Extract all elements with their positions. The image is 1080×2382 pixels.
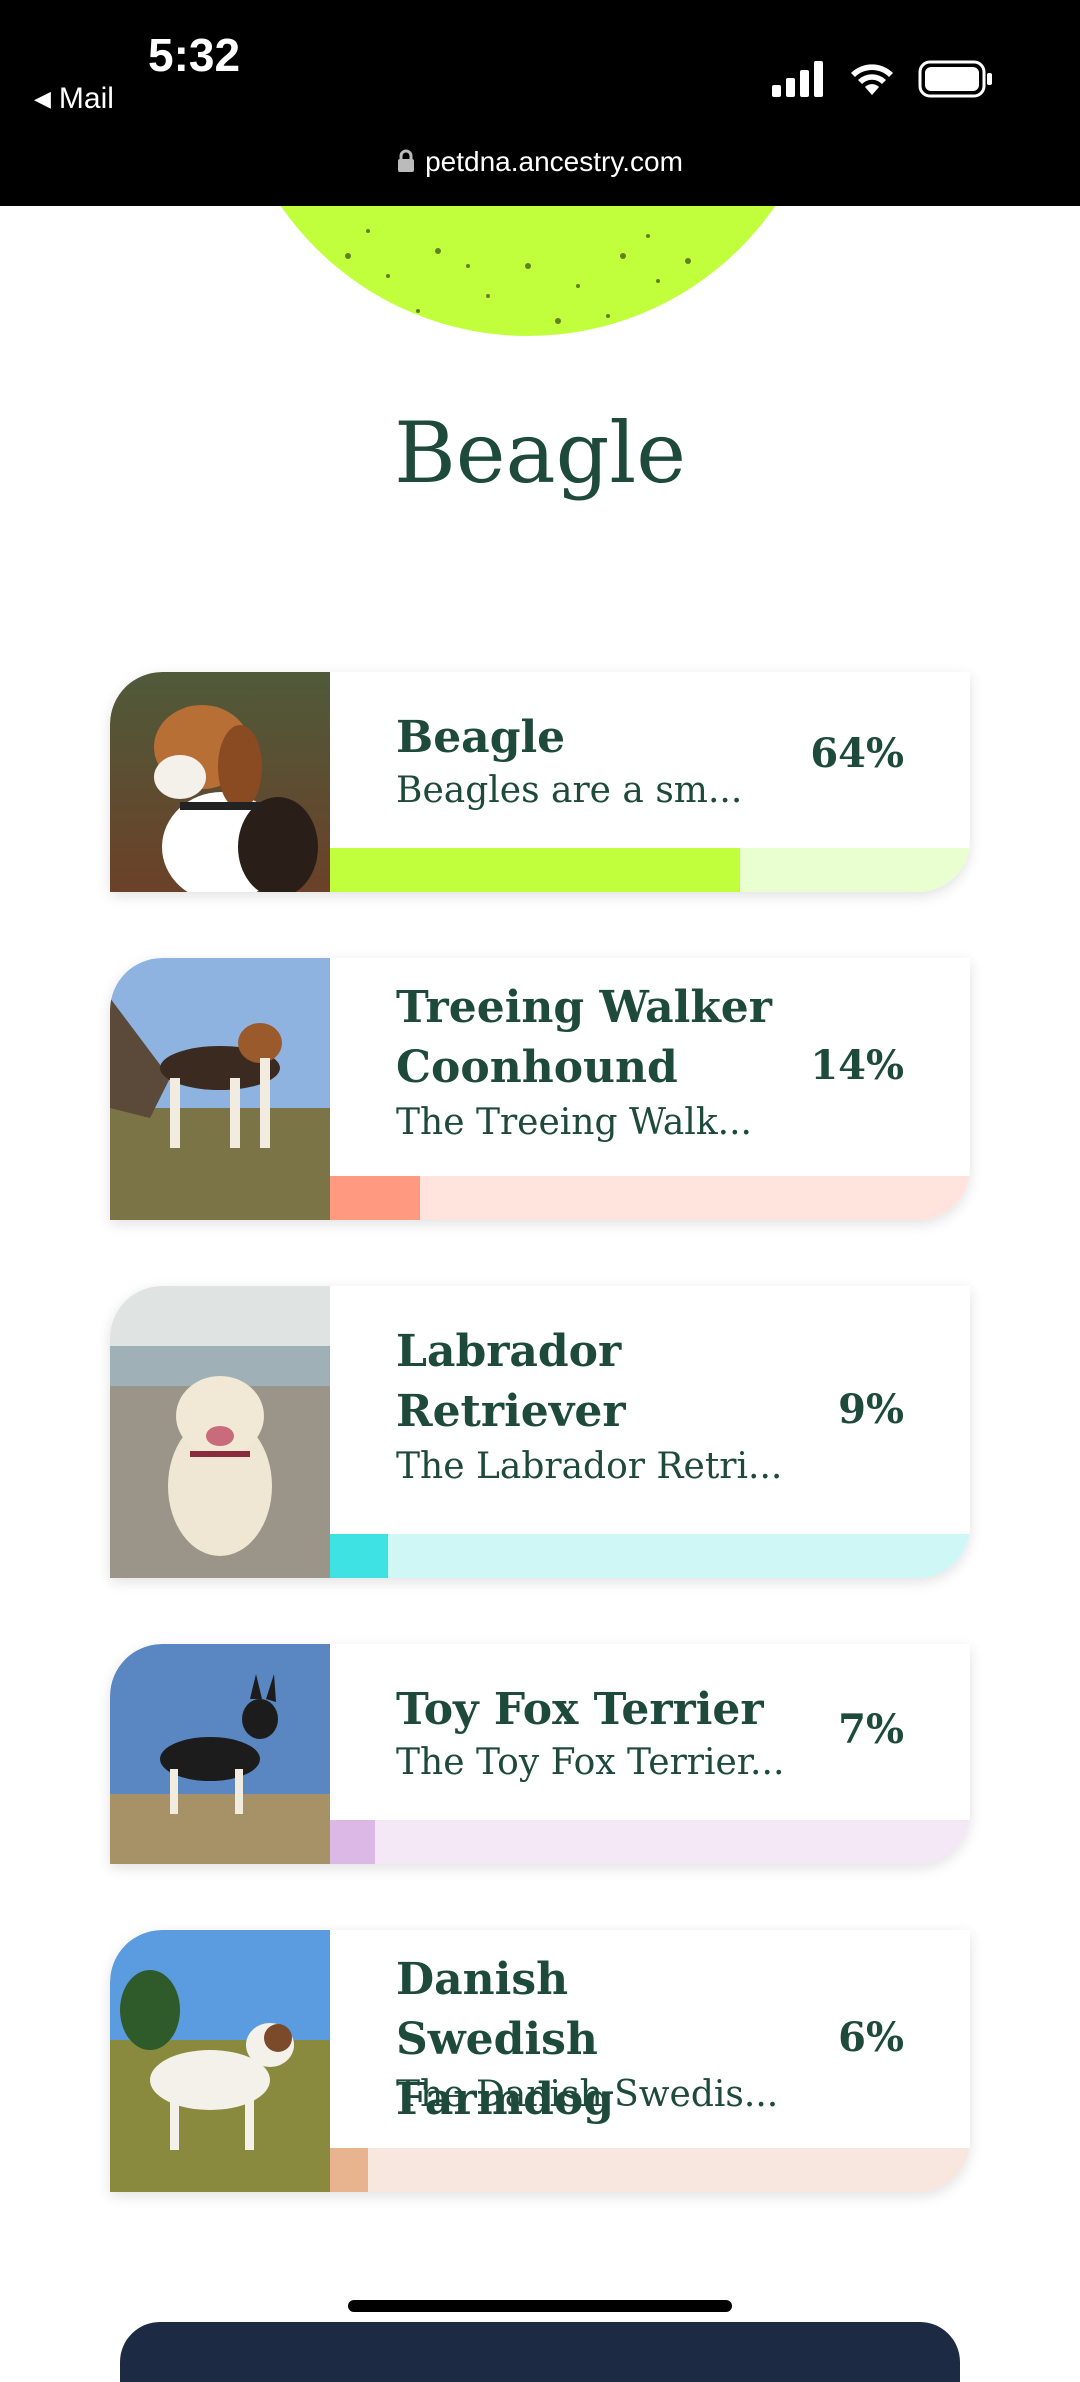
breed-percent: 64% (810, 730, 904, 777)
breed-card-body: Beagle Beagles are a sm... 64% (330, 672, 970, 848)
breed-bar-fill (330, 1534, 388, 1578)
breed-bar-track (330, 1176, 970, 1220)
page-title: Beagle (394, 404, 686, 502)
back-app-label: Mail (58, 82, 114, 115)
breed-card-danish-swedish-farmdog[interactable]: Danish Swedish Farmdog The Danish Swedis… (110, 1930, 970, 2192)
breed-bar-fill (330, 1820, 375, 1864)
breed-name: Toy Fox Terrier (396, 1684, 764, 1735)
breed-bar-fill (330, 1176, 420, 1220)
battery-icon (918, 60, 992, 98)
breed-bar-track (330, 1534, 970, 1578)
breed-percent: 7% (838, 1706, 904, 1753)
breed-card-beagle[interactable]: Beagle Beagles are a sm... 64% (110, 672, 970, 892)
breed-bar-fill (330, 2148, 369, 2192)
breed-bar-track (330, 2148, 970, 2192)
status-bar: 5:32 ◀ Mail petdna.ancestry.com (0, 0, 1080, 206)
url-text: petdna.ancestry.com (425, 146, 683, 177)
clock: 5:32 (148, 29, 241, 81)
breed-name: Labrador Retriever (396, 1326, 626, 1437)
status-icons (772, 60, 994, 98)
breed-card-body: Treeing Walker Coonhound The Treeing Wal… (330, 958, 970, 1176)
breed-bar-fill (330, 848, 740, 892)
breed-photo-beagle (110, 672, 330, 892)
breed-card-treeing-walker-coonhound[interactable]: Treeing Walker Coonhound The Treeing Wal… (110, 958, 970, 1220)
wifi-icon (851, 64, 893, 95)
breed-percent: 6% (838, 2014, 904, 2061)
breed-photo-toy-fox-terrier (110, 1644, 330, 1864)
breed-percent: 9% (838, 1386, 904, 1433)
cellular-signal-icon (772, 61, 823, 97)
breed-card-body: Labrador Retriever The Labrador Retri...… (330, 1286, 970, 1534)
breed-description: The Danish Swedis... (396, 2074, 779, 2115)
breed-description: The Labrador Retri... (396, 1446, 783, 1487)
back-triangle-icon: ◀ (34, 86, 51, 111)
hero-circle (228, 206, 828, 336)
breed-card-body: Danish Swedish Farmdog The Danish Swedis… (330, 1930, 970, 2148)
breed-description: The Toy Fox Terrier... (396, 1742, 785, 1783)
home-indicator (348, 2300, 732, 2312)
breed-bar-track (330, 1820, 970, 1864)
breed-photo-treeing-walker-coonhound (110, 958, 330, 1220)
breed-photo-labrador-retriever (110, 1286, 330, 1578)
breed-bar-track (330, 848, 970, 892)
speckle-texture (345, 229, 691, 324)
breed-card-toy-fox-terrier[interactable]: Toy Fox Terrier The Toy Fox Terrier... 7… (110, 1644, 970, 1864)
breed-name: Beagle (396, 712, 566, 763)
hero-graphic (0, 206, 1080, 346)
back-to-app-button[interactable]: ◀ Mail (34, 82, 114, 116)
breed-description: The Treeing Walk... (396, 1102, 752, 1143)
breed-card-body: Toy Fox Terrier The Toy Fox Terrier... 7… (330, 1644, 970, 1820)
breed-percent: 14% (810, 1042, 904, 1089)
bottom-panel[interactable] (120, 2322, 960, 2382)
lock-icon (398, 149, 415, 172)
breed-name: Treeing Walker Coonhound (396, 982, 772, 1093)
breed-photo-danish-swedish-farmdog (110, 1930, 330, 2192)
breed-card-labrador-retriever[interactable]: Labrador Retriever The Labrador Retri...… (110, 1286, 970, 1578)
address-bar[interactable]: petdna.ancestry.com (0, 146, 1080, 178)
breed-description: Beagles are a sm... (396, 770, 743, 811)
